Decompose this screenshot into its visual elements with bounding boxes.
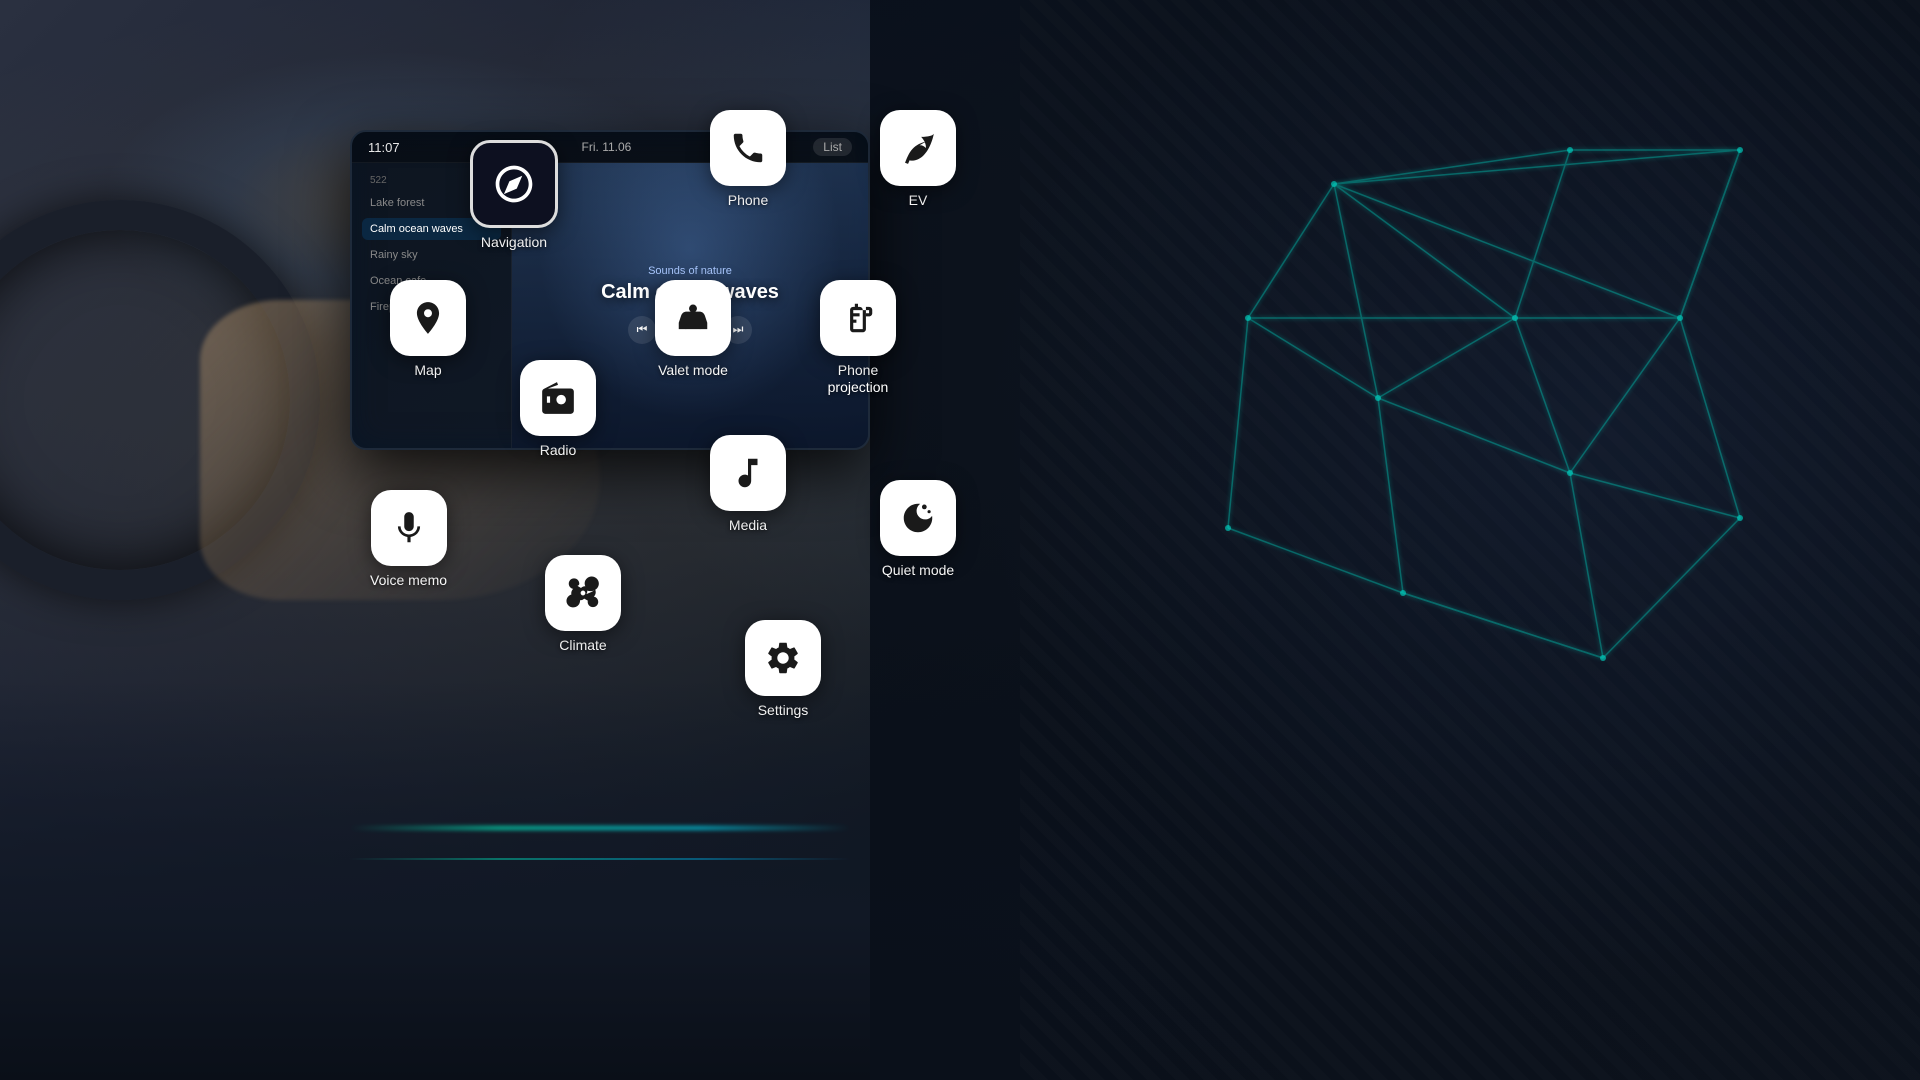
climate-label: Climate [559, 637, 606, 654]
map-pin-icon [409, 299, 447, 337]
valet-mode-label: Valet mode [658, 362, 728, 379]
phone-usb-icon [839, 299, 877, 337]
sounds-subtitle: Sounds of nature [648, 265, 732, 277]
phone-handset-icon [729, 129, 767, 167]
gear-icon [764, 639, 802, 677]
phone-projection-app[interactable]: Phoneprojection [820, 280, 896, 396]
map-app[interactable]: Map [390, 280, 466, 379]
nav-network-overlay [820, 0, 1920, 1080]
network-lines-svg [820, 0, 1920, 1080]
radio-label: Radio [540, 442, 577, 459]
car-person-icon [674, 299, 712, 337]
ev-label: EV [909, 192, 928, 209]
climate-icon [545, 555, 621, 631]
screen-top-bar: 11:07 Fri. 11.06 List [352, 132, 868, 163]
fan-icon [564, 574, 602, 612]
valet-mode-app[interactable]: Valet mode [655, 280, 731, 379]
settings-app[interactable]: Settings [745, 620, 821, 719]
voice-memo-app[interactable]: Voice memo [370, 490, 447, 589]
ev-app[interactable]: EV [880, 110, 956, 209]
screen-time: 11:07 [368, 140, 400, 155]
phone-projection-icon [820, 280, 896, 356]
navigation-icon [470, 140, 558, 228]
map-icon [390, 280, 466, 356]
compass-icon [492, 162, 536, 206]
climate-app[interactable]: Climate [545, 555, 621, 654]
ev-icon [880, 110, 956, 186]
music-note-icon [729, 454, 767, 492]
media-app[interactable]: Media [710, 435, 786, 534]
radio-icon [520, 360, 596, 436]
navigation-app[interactable]: Navigation [470, 140, 558, 251]
quiet-mode-label: Quiet mode [882, 562, 954, 579]
mic-icon [390, 509, 428, 547]
voice-memo-label: Voice memo [370, 572, 447, 589]
voice-memo-icon [371, 490, 447, 566]
screen-date: Fri. 11.06 [582, 140, 632, 154]
phone-label: Phone [728, 192, 768, 209]
quiet-mode-app[interactable]: Quiet mode [880, 480, 956, 579]
led-strip-2 [350, 858, 850, 860]
phone-app[interactable]: Phone [710, 110, 786, 209]
radio-symbol-icon [539, 379, 577, 417]
media-label: Media [729, 517, 767, 534]
settings-label: Settings [758, 702, 809, 719]
phone-projection-label: Phoneprojection [828, 362, 889, 396]
valet-mode-icon [655, 280, 731, 356]
led-strip-1 [350, 826, 850, 830]
navigation-label: Navigation [481, 234, 547, 251]
quiet-mode-icon [880, 480, 956, 556]
moon-icon [899, 499, 937, 537]
map-label: Map [414, 362, 441, 379]
settings-icon [745, 620, 821, 696]
radio-app[interactable]: Radio [520, 360, 596, 459]
media-icon [710, 435, 786, 511]
prev-button[interactable]: ⏮ [628, 316, 656, 344]
leaf-icon [899, 129, 937, 167]
phone-icon [710, 110, 786, 186]
